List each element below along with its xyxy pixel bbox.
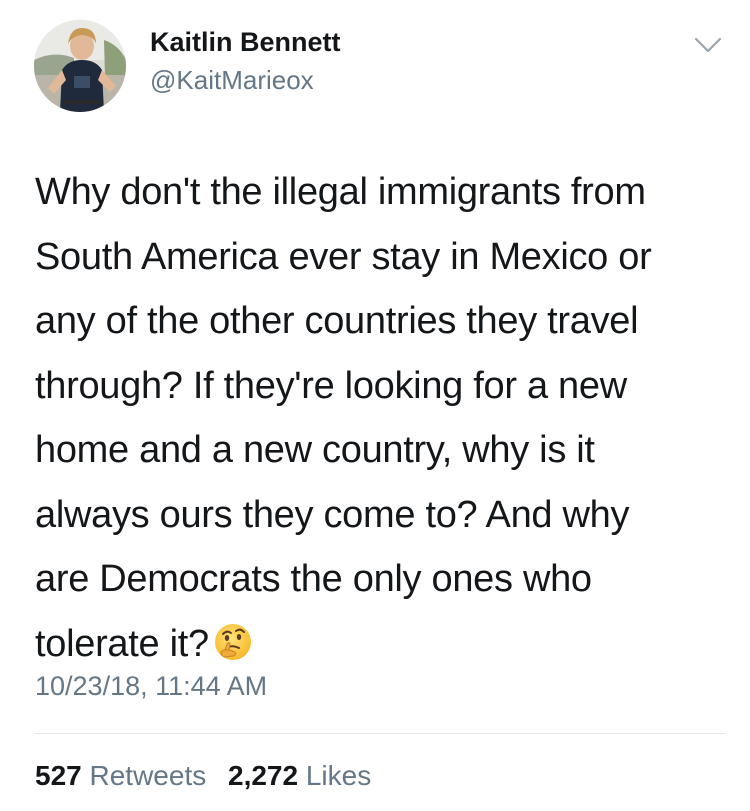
display-name[interactable]: Kaitlin Bennett (150, 27, 341, 58)
chevron-down-icon[interactable] (694, 36, 722, 54)
tweet-timestamp[interactable]: 10/23/18, 11:44 AM (35, 671, 267, 702)
likes-label: Likes (305, 760, 372, 791)
tweet-card: Kaitlin Bennett @KaitMarieox Why don't t… (0, 0, 750, 811)
profile-photo (34, 20, 126, 112)
tweet-text-line: always ours they come to? And why (35, 493, 630, 536)
tweet-text-line: Why don't the illegal immigrants from (35, 171, 646, 213)
likes-count: 2,272 (228, 760, 299, 791)
retweets-label: Retweets (89, 760, 207, 791)
tweet-text-line: through? If they're looking for a new (35, 364, 627, 407)
avatar[interactable] (34, 20, 126, 112)
tweet-text-last-line: tolerate it? (35, 612, 725, 677)
tweet-text-line: home and a new country, why is it (35, 429, 595, 471)
retweets-stat[interactable]: 527 Retweets (35, 760, 206, 792)
tweet-text: Why don't the illegal immigrants from So… (35, 160, 725, 676)
tweet-text-line: South America ever stay in Mexico or (35, 235, 652, 278)
tweet-text-line: tolerate it? (35, 622, 209, 665)
thinking-face-emoji (214, 623, 251, 660)
tweet-text-line: are Democrats the only ones who (35, 558, 592, 600)
likes-stat[interactable]: 2,272 Likes (228, 760, 371, 792)
divider (35, 733, 725, 734)
tweet-text-line: any of the other countries they travel (35, 300, 639, 342)
retweets-count: 527 (35, 760, 82, 791)
user-handle[interactable]: @KaitMarieox (150, 65, 314, 96)
engagement-stats: 527 Retweets 2,272 Likes (35, 760, 385, 792)
